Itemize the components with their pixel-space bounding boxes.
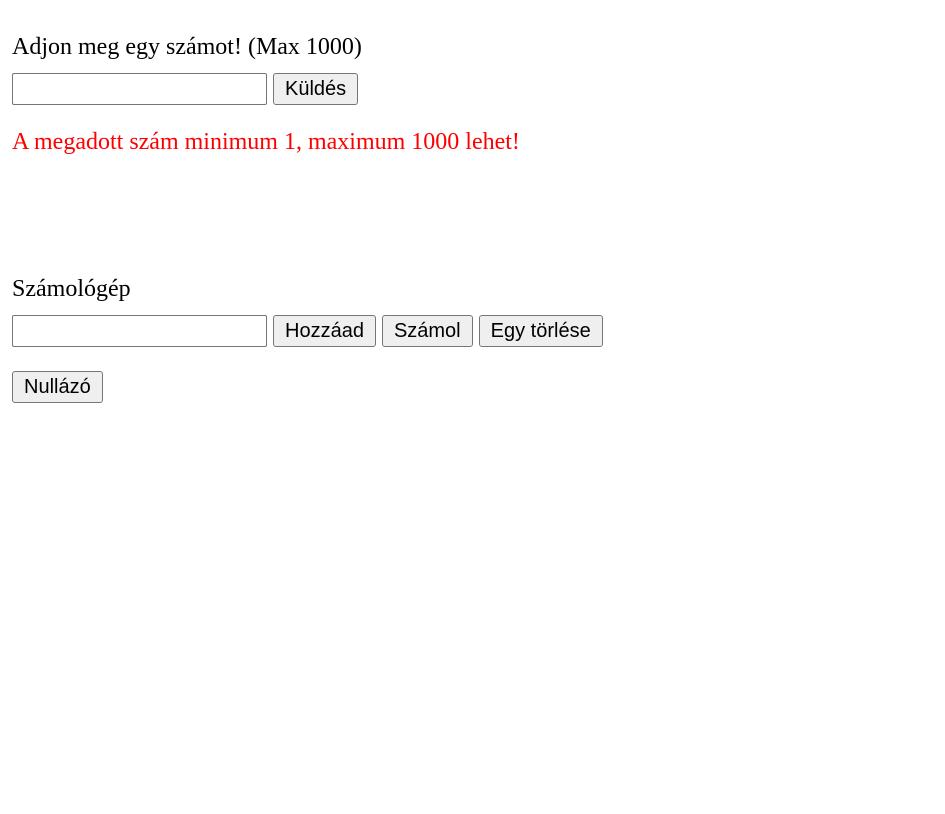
error-message: A megadott szám minimum 1, maximum 1000 … — [12, 129, 520, 155]
reset-button[interactable]: Nullázó — [12, 371, 103, 403]
add-button[interactable]: Hozzáad — [273, 315, 376, 347]
delete-one-button[interactable]: Egy törlése — [478, 315, 603, 347]
calculate-button[interactable]: Számol — [381, 315, 473, 347]
number-input[interactable] — [12, 73, 267, 105]
calculator-input[interactable] — [12, 315, 267, 347]
reset-row: Nullázó — [12, 371, 103, 403]
calculator-title: Számológép — [12, 276, 131, 302]
calculator-row: Hozzáad Számol Egy törlése — [12, 315, 603, 347]
number-form-row: Küldés — [12, 73, 359, 105]
number-prompt: Adjon meg egy számot! (Max 1000) — [12, 34, 362, 60]
submit-button[interactable]: Küldés — [273, 73, 359, 105]
